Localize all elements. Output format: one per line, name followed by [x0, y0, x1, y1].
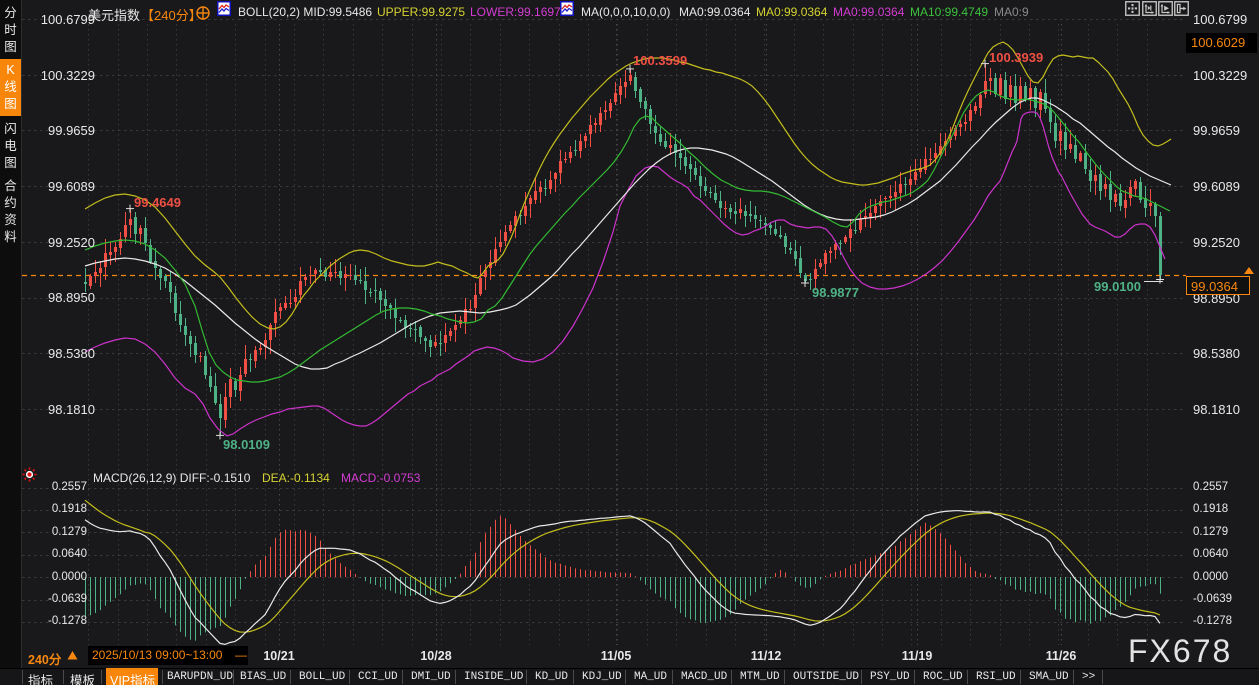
- svg-text:98.9877: 98.9877: [812, 285, 859, 300]
- svg-text:99.0100: 99.0100: [1094, 279, 1141, 294]
- svg-text:100.3599: 100.3599: [633, 53, 687, 68]
- svg-text:100.3939: 100.3939: [989, 50, 1043, 65]
- svg-text:99.4649: 99.4649: [134, 195, 181, 210]
- svg-text:98.0109: 98.0109: [223, 437, 270, 452]
